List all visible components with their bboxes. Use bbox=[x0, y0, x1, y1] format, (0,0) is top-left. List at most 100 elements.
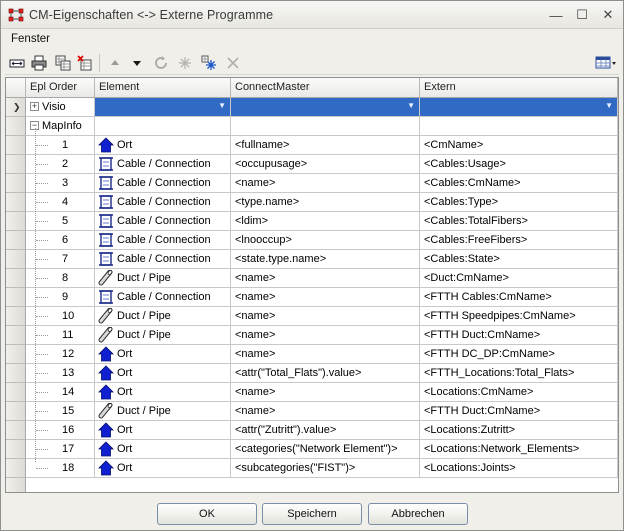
extern-cell[interactable]: <Cables:Type> bbox=[420, 193, 618, 212]
connectmaster-cell[interactable]: <state.type.name> bbox=[231, 250, 420, 269]
table-row[interactable]: 1 Ort <fullname> <CmName> bbox=[6, 136, 618, 155]
column-header-extern[interactable]: Extern bbox=[420, 78, 618, 98]
mapping-grid[interactable]: Epl Order Element ConnectMaster Extern ❯… bbox=[5, 77, 619, 493]
element-cell[interactable] bbox=[95, 117, 231, 136]
move-up-button[interactable] bbox=[105, 53, 125, 73]
element-cell[interactable]: Cable / Connection bbox=[95, 231, 231, 250]
connectmaster-cell[interactable]: <lnooccup> bbox=[231, 231, 420, 250]
row-selector[interactable] bbox=[6, 421, 26, 440]
connectmaster-cell[interactable]: <attr("Total_Flats").value> bbox=[231, 364, 420, 383]
extern-cell[interactable]: <CmName> bbox=[420, 136, 618, 155]
extern-dropdown[interactable]: ▼ bbox=[420, 98, 618, 117]
epl-order-cell[interactable]: 15 bbox=[26, 402, 95, 421]
connectmaster-cell[interactable]: <name> bbox=[231, 288, 420, 307]
element-cell[interactable]: Cable / Connection bbox=[95, 288, 231, 307]
connectmaster-cell[interactable]: <name> bbox=[231, 269, 420, 288]
group-row-visio[interactable]: ❯ + Visio ▼ ▼ ▼ bbox=[6, 98, 618, 117]
extern-cell[interactable]: <FTTH_Locations:Total_Flats> bbox=[420, 364, 618, 383]
column-chooser-button[interactable] bbox=[593, 53, 619, 73]
title-bar[interactable]: CM-Eigenschaften <-> Externe Programme —… bbox=[1, 1, 623, 29]
connectmaster-cell[interactable]: <name> bbox=[231, 402, 420, 421]
fit-columns-button[interactable] bbox=[7, 53, 27, 73]
column-header-connectmaster[interactable]: ConnectMaster bbox=[231, 78, 420, 98]
epl-order-cell[interactable]: 11 bbox=[26, 326, 95, 345]
epl-order-cell[interactable]: 3 bbox=[26, 174, 95, 193]
row-selector[interactable] bbox=[6, 383, 26, 402]
extern-cell[interactable]: <Locations:Joints> bbox=[420, 459, 618, 478]
connectmaster-dropdown[interactable]: ▼ bbox=[231, 98, 420, 117]
element-cell[interactable]: Ort bbox=[95, 421, 231, 440]
extern-cell[interactable]: <FTTH Speedpipes:CmName> bbox=[420, 307, 618, 326]
connectmaster-cell[interactable]: <ldim> bbox=[231, 212, 420, 231]
epl-order-cell[interactable]: 13 bbox=[26, 364, 95, 383]
table-row[interactable]: 11 Duct / Pipe <name> <FTTH Duct:CmName> bbox=[6, 326, 618, 345]
element-dropdown[interactable]: ▼ bbox=[95, 98, 231, 117]
row-selector[interactable] bbox=[6, 440, 26, 459]
menu-fenster[interactable]: Fenster bbox=[11, 33, 50, 45]
connectmaster-cell[interactable]: <name> bbox=[231, 383, 420, 402]
table-row[interactable]: 4 Cable / Connection <type.name> <Cables:Ty… bbox=[6, 193, 618, 212]
row-selector[interactable] bbox=[6, 459, 26, 478]
element-cell[interactable]: Ort bbox=[95, 345, 231, 364]
table-row[interactable]: 12 Ort <name> <FTTH DC_DP:CmName> bbox=[6, 345, 618, 364]
element-cell[interactable]: Ort bbox=[95, 459, 231, 478]
extern-cell[interactable]: <Cables:State> bbox=[420, 250, 618, 269]
extern-cell[interactable]: <Locations:CmName> bbox=[420, 383, 618, 402]
connectmaster-cell[interactable]: <name> bbox=[231, 307, 420, 326]
epl-order-cell[interactable]: 7 bbox=[26, 250, 95, 269]
element-cell[interactable]: Cable / Connection bbox=[95, 250, 231, 269]
connectmaster-cell[interactable]: <categories("Network Element")> bbox=[231, 440, 420, 459]
row-selector[interactable] bbox=[6, 136, 26, 155]
connectmaster-cell[interactable]: <name> bbox=[231, 174, 420, 193]
row-selector[interactable] bbox=[6, 288, 26, 307]
save-button[interactable]: Speichern bbox=[262, 503, 362, 525]
epl-order-cell[interactable]: 8 bbox=[26, 269, 95, 288]
extern-cell[interactable]: <FTTH Duct:CmName> bbox=[420, 326, 618, 345]
row-selector[interactable] bbox=[6, 193, 26, 212]
table-row[interactable]: 2 Cable / Connection <occupusage> <Cables:U… bbox=[6, 155, 618, 174]
freeze-columns-button[interactable] bbox=[199, 53, 219, 73]
extern-cell[interactable]: <Cables:Usage> bbox=[420, 155, 618, 174]
element-cell[interactable]: Ort bbox=[95, 383, 231, 402]
copy-rows-button[interactable] bbox=[53, 53, 73, 73]
connectmaster-cell[interactable]: <occupusage> bbox=[231, 155, 420, 174]
extern-cell[interactable]: <Locations:Zutritt> bbox=[420, 421, 618, 440]
row-selector[interactable] bbox=[6, 231, 26, 250]
table-row[interactable]: 16 Ort <attr("Zutritt").value> <Locations:Z… bbox=[6, 421, 618, 440]
row-selector[interactable] bbox=[6, 212, 26, 231]
connectmaster-cell[interactable]: <subcategories("FIST")> bbox=[231, 459, 420, 478]
element-cell[interactable]: Cable / Connection bbox=[95, 174, 231, 193]
extern-cell[interactable]: <Duct:CmName> bbox=[420, 269, 618, 288]
table-row[interactable]: 5 Cable / Connection <ldim> <Cables:TotalFi… bbox=[6, 212, 618, 231]
epl-order-cell[interactable]: 12 bbox=[26, 345, 95, 364]
epl-order-cell[interactable]: 1 bbox=[26, 136, 95, 155]
extern-cell[interactable] bbox=[420, 117, 618, 136]
column-header-element[interactable]: Element bbox=[95, 78, 231, 98]
epl-order-cell[interactable]: 10 bbox=[26, 307, 95, 326]
refresh-button[interactable] bbox=[151, 53, 171, 73]
extern-cell[interactable]: <FTTH DC_DP:CmName> bbox=[420, 345, 618, 364]
freeze-button[interactable] bbox=[175, 53, 195, 73]
cancel-button[interactable]: Abbrechen bbox=[368, 503, 468, 525]
minimize-button[interactable]: — bbox=[545, 5, 567, 25]
row-selector[interactable] bbox=[6, 269, 26, 288]
table-row[interactable]: 6 Cable / Connection <lnooccup> <Cables:Fre… bbox=[6, 231, 618, 250]
row-selector[interactable] bbox=[6, 364, 26, 383]
print-button[interactable] bbox=[29, 53, 49, 73]
row-selector[interactable] bbox=[6, 155, 26, 174]
row-selector[interactable] bbox=[6, 345, 26, 364]
row-selector[interactable] bbox=[6, 250, 26, 269]
connectmaster-cell[interactable]: <name> bbox=[231, 345, 420, 364]
connectmaster-cell[interactable] bbox=[231, 117, 420, 136]
epl-order-cell[interactable]: 16 bbox=[26, 421, 95, 440]
epl-order-cell[interactable]: 9 bbox=[26, 288, 95, 307]
connectmaster-cell[interactable]: <fullname> bbox=[231, 136, 420, 155]
row-selector[interactable] bbox=[6, 117, 26, 136]
table-row[interactable]: 13 Ort <attr("Total_Flats").value> <FTTH_Lo… bbox=[6, 364, 618, 383]
connectmaster-cell[interactable]: <type.name> bbox=[231, 193, 420, 212]
row-selector[interactable] bbox=[6, 174, 26, 193]
table-row[interactable]: 14 Ort <name> <Locations:CmName> bbox=[6, 383, 618, 402]
table-row[interactable]: 3 Cable / Connection <name> <Cables:CmName> bbox=[6, 174, 618, 193]
epl-order-cell[interactable]: 5 bbox=[26, 212, 95, 231]
table-row[interactable]: 17 Ort <categories("Network Element")> <Loc… bbox=[6, 440, 618, 459]
